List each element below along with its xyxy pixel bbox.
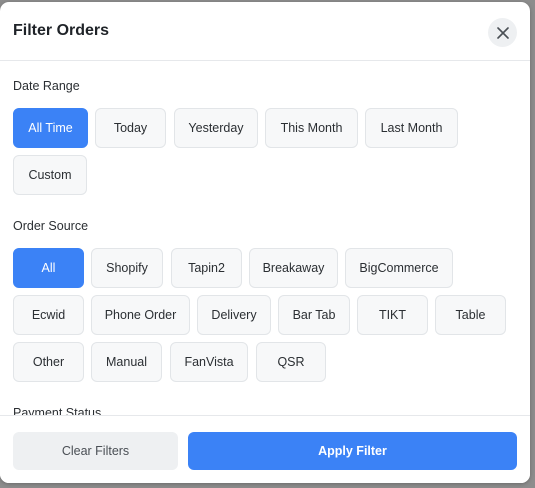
order-source-delivery[interactable]: Delivery bbox=[197, 295, 271, 335]
order-source-phone-order[interactable]: Phone Order bbox=[91, 295, 190, 335]
date-range-label: Date Range bbox=[13, 79, 80, 93]
close-button[interactable] bbox=[488, 18, 517, 47]
order-source-label: Order Source bbox=[13, 219, 89, 233]
order-source-bar-tab[interactable]: Bar Tab bbox=[278, 295, 350, 335]
date-range-last-month[interactable]: Last Month bbox=[365, 108, 458, 148]
modal-body: Date Range All Time Today Yesterday This… bbox=[0, 61, 530, 416]
order-source-breakaway[interactable]: Breakaway bbox=[249, 248, 338, 288]
order-source-tapin2[interactable]: Tapin2 bbox=[171, 248, 242, 288]
apply-filter-button[interactable]: Apply Filter bbox=[188, 432, 517, 470]
close-icon bbox=[496, 26, 509, 39]
date-range-this-month[interactable]: This Month bbox=[265, 108, 358, 148]
order-source-qsr[interactable]: QSR bbox=[256, 342, 326, 382]
modal-header: Filter Orders bbox=[0, 2, 530, 61]
order-source-manual[interactable]: Manual bbox=[91, 342, 162, 382]
order-source-bigcommerce[interactable]: BigCommerce bbox=[345, 248, 453, 288]
date-range-today[interactable]: Today bbox=[95, 108, 166, 148]
order-source-fanvista[interactable]: FanVista bbox=[170, 342, 248, 382]
order-source-other[interactable]: Other bbox=[13, 342, 84, 382]
modal-title: Filter Orders bbox=[13, 22, 110, 39]
date-range-all-time[interactable]: All Time bbox=[13, 108, 88, 148]
date-range-custom[interactable]: Custom bbox=[13, 155, 87, 195]
order-source-ecwid[interactable]: Ecwid bbox=[13, 295, 84, 335]
order-source-all[interactable]: All bbox=[13, 248, 84, 288]
order-source-table[interactable]: Table bbox=[435, 295, 506, 335]
order-source-tikt[interactable]: TIKT bbox=[357, 295, 428, 335]
order-source-shopify[interactable]: Shopify bbox=[91, 248, 163, 288]
filter-orders-modal: Filter Orders Date Range All Time Today … bbox=[0, 2, 530, 483]
date-range-yesterday[interactable]: Yesterday bbox=[174, 108, 258, 148]
clear-filters-button[interactable]: Clear Filters bbox=[13, 432, 178, 470]
modal-footer: Clear Filters Apply Filter bbox=[0, 415, 530, 483]
